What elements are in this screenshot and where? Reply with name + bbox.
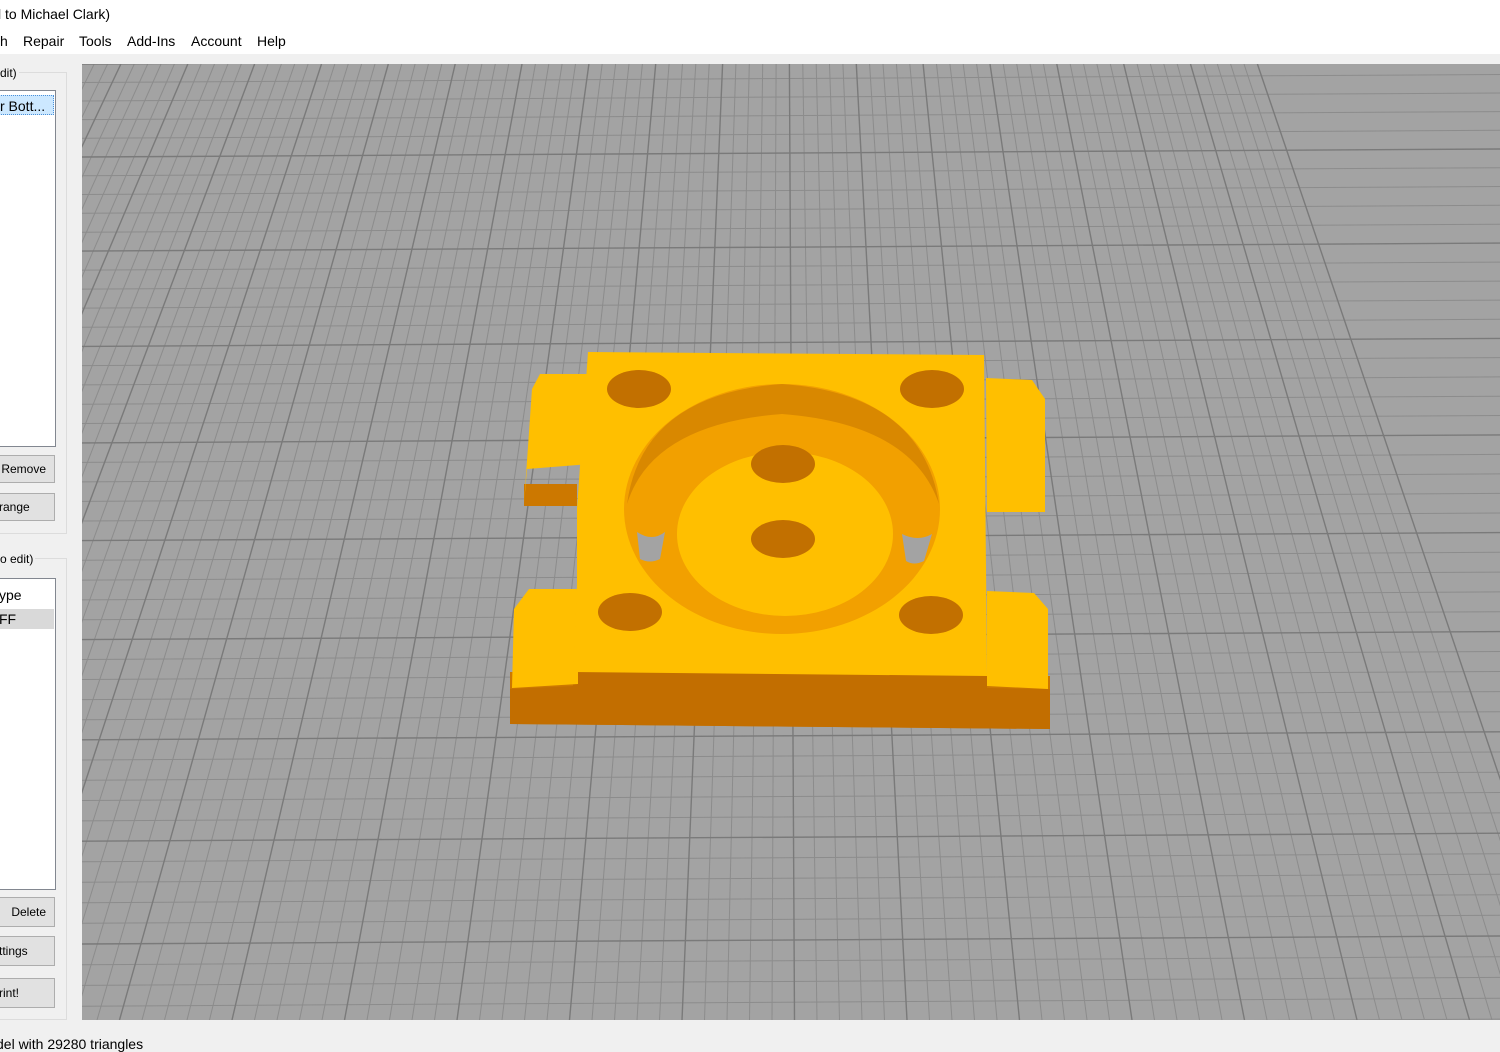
arrange-button[interactable]: range	[0, 493, 55, 521]
models-list[interactable]: r Bott...	[0, 90, 56, 447]
list-item[interactable]: ype	[0, 585, 54, 605]
model-item-label: r Bott...	[0, 98, 46, 114]
menu-repair[interactable]: Repair	[23, 33, 64, 49]
menu-bar: h Repair Tools Add-Ins Account Help	[0, 30, 1500, 54]
printer-settings-list[interactable]: ype FF	[0, 578, 56, 890]
model-left-tab-lower	[512, 589, 578, 688]
menu-file[interactable]: h	[0, 33, 8, 49]
list-item[interactable]: r Bott...	[0, 95, 54, 115]
title-bar: l to Michael Clark)	[0, 0, 1500, 30]
menu-add-ins[interactable]: Add-Ins	[127, 33, 175, 49]
status-bar: del with 29280 triangles	[0, 1030, 1500, 1052]
setting-label: ype	[0, 587, 22, 603]
settings-button[interactable]: ttings	[0, 936, 55, 966]
printer-group-label: o edit)	[0, 552, 36, 566]
model-right-tab-lower	[987, 591, 1048, 689]
models-group-label: dit)	[0, 66, 19, 80]
delete-button[interactable]: Delete	[0, 897, 55, 927]
3d-viewport[interactable]	[82, 64, 1500, 1020]
menu-tools[interactable]: Tools	[79, 33, 112, 49]
window-title: l to Michael Clark)	[0, 6, 111, 22]
print-button[interactable]: rint!	[0, 978, 55, 1008]
remove-button[interactable]: Remove	[0, 455, 55, 483]
model-right-tab-upper	[986, 378, 1045, 512]
viewport-canvas[interactable]	[82, 64, 1500, 1020]
list-item[interactable]: FF	[0, 609, 54, 629]
menu-help[interactable]: Help	[257, 33, 286, 49]
menu-account[interactable]: Account	[191, 33, 242, 49]
3d-model[interactable]	[510, 352, 1050, 729]
model-front-face	[510, 670, 1050, 729]
setting-value: FF	[0, 611, 17, 627]
